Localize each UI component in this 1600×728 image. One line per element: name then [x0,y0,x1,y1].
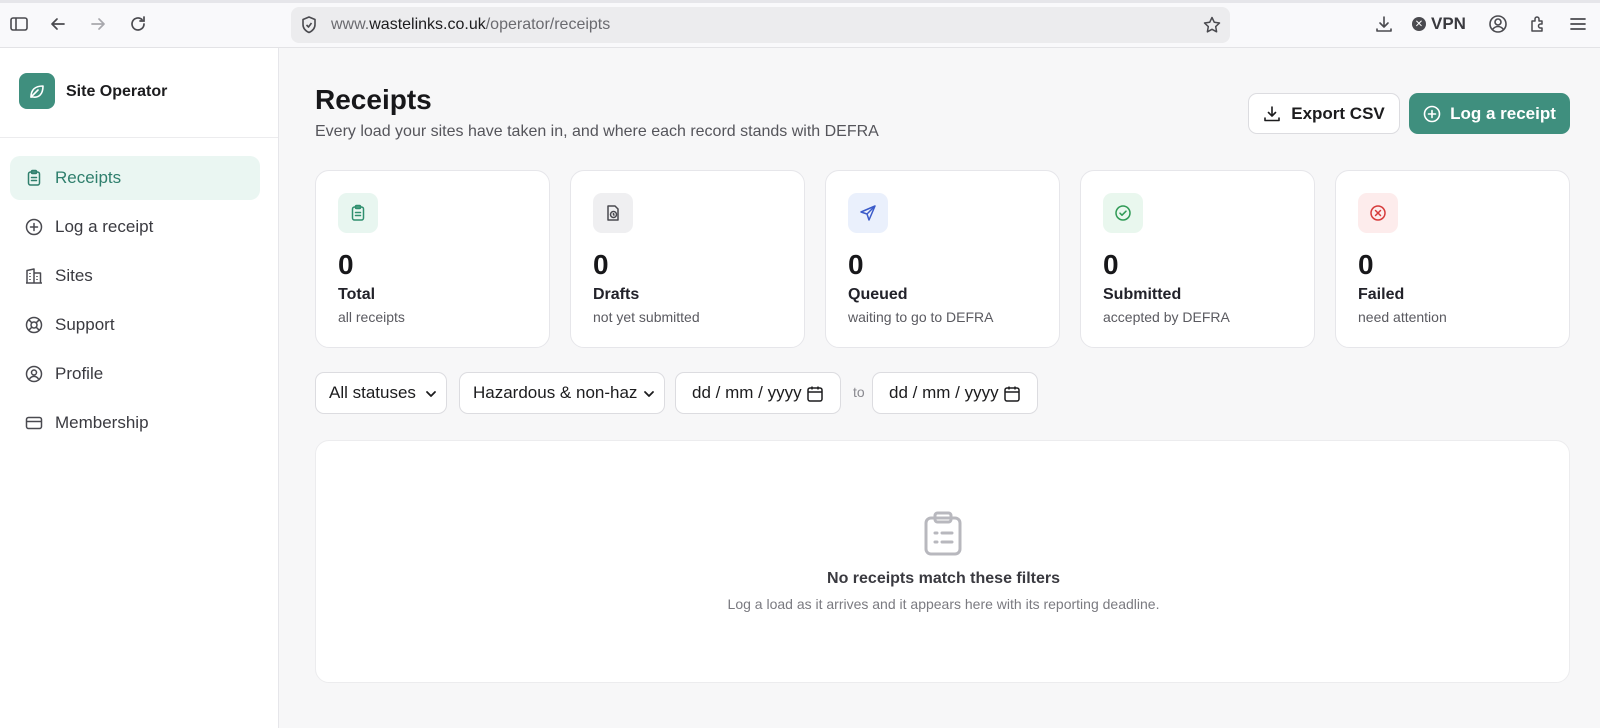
download-icon [1263,105,1281,123]
sidebar-toggle-icon[interactable] [9,14,29,34]
date-to-input[interactable]: dd / mm / yyyy [872,372,1038,414]
reload-icon[interactable] [128,14,148,34]
url-text[interactable]: www.wastelinks.co.uk/operator/receipts [331,16,610,34]
stat-card-drafts: 0 Drafts not yet submitted [570,170,805,348]
address-bar[interactable]: www.wastelinks.co.uk/operator/receipts [291,7,1230,43]
forward-icon[interactable] [88,14,108,34]
vpn-status[interactable]: ✕ VPN [1412,12,1466,36]
building-icon [24,266,44,286]
credit-card-icon [24,413,44,433]
vpn-off-icon: ✕ [1412,17,1426,31]
plus-circle-icon [1423,105,1441,123]
main-content: Receipts Every load your sites have take… [279,48,1600,728]
stat-card-total: 0 Total all receipts [315,170,550,348]
bookmark-star-icon[interactable] [1202,15,1222,35]
vpn-label: VPN [1431,14,1466,33]
x-circle-icon [1358,193,1398,233]
export-csv-button[interactable]: Export CSV [1248,93,1400,134]
status-filter-select[interactable]: All statuses [315,372,447,414]
hazard-filter-value: Hazardous & non-haz [473,383,638,402]
sidebar-item-label: Receipts [55,168,122,187]
file-clock-icon [593,193,633,233]
shield-icon[interactable] [299,15,319,35]
page-title: Receipts [315,84,432,115]
stat-description: accepted by DEFRA [1103,309,1230,325]
stat-description: waiting to go to DEFRA [848,309,994,325]
calendar-icon[interactable] [1003,385,1021,403]
chevron-down-icon [642,387,656,401]
stat-count: 0 [593,249,609,280]
browser-toolbar: www.wastelinks.co.uk/operator/receipts ✕… [0,0,1600,48]
page-subtitle: Every load your sites have taken in, and… [315,123,879,140]
stat-label: Total [338,286,376,303]
stat-card-submitted: 0 Submitted accepted by DEFRA [1080,170,1315,348]
sidebar-item-profile[interactable]: Profile [10,352,260,396]
clipboard-icon [338,193,378,233]
sidebar: Site Operator Receipts Log a receipt Sit… [0,48,279,728]
stat-count: 0 [1358,249,1374,280]
empty-state-title: No receipts match these filters [827,570,1060,587]
menu-icon[interactable] [1568,14,1588,34]
stat-description: not yet submitted [593,309,700,325]
brand-header: Site Operator [0,48,278,138]
extensions-icon[interactable] [1528,14,1548,34]
date-range-separator: to [853,384,865,400]
sidebar-item-membership[interactable]: Membership [10,401,260,445]
date-from-placeholder: dd / mm / yyyy [692,383,802,402]
lifebuoy-icon [24,315,44,335]
download-icon[interactable] [1374,14,1394,34]
status-filter-value: All statuses [329,383,416,402]
stat-description: need attention [1358,309,1447,325]
back-icon[interactable] [48,14,68,34]
check-circle-icon [1103,193,1143,233]
sidebar-item-label: Log a receipt [55,217,154,236]
plus-circle-icon [24,217,44,237]
sidebar-item-label: Profile [55,364,104,383]
send-icon [848,193,888,233]
sidebar-item-receipts[interactable]: Receipts [10,156,260,200]
stat-label: Failed [1358,286,1405,303]
stat-card-queued: 0 Queued waiting to go to DEFRA [825,170,1060,348]
stat-label: Drafts [593,286,640,303]
sidebar-nav: Receipts Log a receipt Sites Support Pro… [10,156,260,450]
calendar-icon[interactable] [806,385,824,403]
empty-state: No receipts match these filters Log a lo… [315,440,1570,683]
stat-card-failed: 0 Failed need attention [1335,170,1570,348]
sidebar-item-label: Support [55,315,115,334]
sidebar-item-sites[interactable]: Sites [10,254,260,298]
date-to-placeholder: dd / mm / yyyy [889,383,999,402]
export-csv-label: Export CSV [1291,103,1385,123]
sidebar-item-label: Membership [55,413,149,432]
stat-label: Queued [848,286,908,303]
clipboard-icon [922,511,964,557]
stats-cards: 0 Total all receipts 0 Drafts not yet su… [315,170,1570,348]
sidebar-item-support[interactable]: Support [10,303,260,347]
sidebar-item-log-a-receipt[interactable]: Log a receipt [10,205,260,249]
tab-strip-edge [0,0,1600,3]
hazard-filter-select[interactable]: Hazardous & non-haz [459,372,665,414]
user-circle-icon [24,364,44,384]
date-from-input[interactable]: dd / mm / yyyy [675,372,841,414]
stat-count: 0 [338,249,354,280]
log-receipt-label: Log a receipt [1450,103,1556,123]
leaf-logo-icon [19,73,55,109]
log-receipt-button[interactable]: Log a receipt [1409,93,1570,134]
clipboard-icon [24,168,44,188]
stat-description: all receipts [338,309,405,325]
stat-label: Submitted [1103,286,1182,303]
brand-name: Site Operator [66,83,168,100]
account-icon[interactable] [1488,14,1508,34]
chevron-down-icon [424,387,438,401]
sidebar-item-label: Sites [55,266,93,285]
stat-count: 0 [1103,249,1119,280]
empty-state-description: Log a load as it arrives and it appears … [727,596,1160,612]
stat-count: 0 [848,249,864,280]
